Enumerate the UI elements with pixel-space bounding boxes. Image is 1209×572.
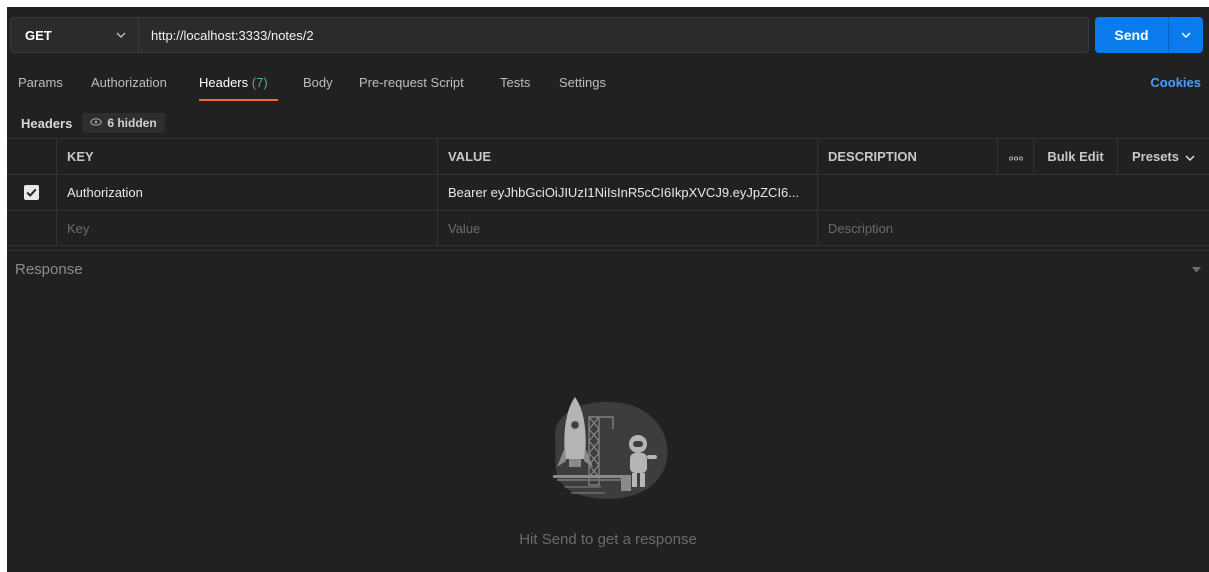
headers-section-label: Headers [21, 115, 73, 131]
table-header-row: KEY VALUE DESCRIPTION Bulk Edit Presets [7, 138, 1209, 174]
headers-subheader: Headers 6 hidden [21, 111, 165, 135]
url-input[interactable]: http://localhost:3333/notes/2 [139, 28, 314, 43]
chevron-down-icon [116, 30, 126, 41]
postman-request-window: GET http://localhost:3333/notes/2 Send P… [7, 7, 1209, 572]
tab-body[interactable]: Body [303, 75, 333, 90]
table-row-new: Key Value Description [7, 210, 1209, 246]
more-options-button[interactable] [997, 139, 1033, 174]
table-row: Authorization Bearer eyJhbGciOiJIUzI1NiI… [7, 174, 1209, 210]
column-header-key: KEY [56, 139, 437, 174]
cookies-link[interactable]: Cookies [1150, 75, 1201, 90]
row-enabled-cell [7, 175, 56, 210]
method-label: GET [25, 27, 52, 43]
request-tabs: Params Authorization Headers (7) Body Pr… [7, 75, 1209, 105]
header-checkbox-cell [7, 139, 56, 174]
presets-label: Presets [1132, 149, 1179, 164]
tab-tests[interactable]: Tests [500, 75, 530, 90]
send-options-button[interactable] [1168, 17, 1203, 53]
tab-settings[interactable]: Settings [559, 75, 606, 90]
send-group: Send [1095, 17, 1203, 53]
method-select[interactable]: GET [11, 18, 139, 52]
chevron-down-icon [1185, 149, 1195, 164]
response-empty-hint: Hit Send to get a response [519, 531, 697, 548]
header-description-cell[interactable] [817, 175, 1209, 210]
more-horizontal-icon [1008, 149, 1023, 164]
new-key-input[interactable]: Key [56, 211, 437, 245]
caret-down-icon[interactable] [1192, 265, 1201, 275]
active-tab-indicator [199, 99, 278, 101]
url-group: GET http://localhost:3333/notes/2 [10, 17, 1089, 53]
response-title: Response [15, 261, 83, 278]
tab-headers[interactable]: Headers (7) [199, 75, 268, 90]
column-header-value: VALUE [437, 139, 817, 174]
header-key-cell[interactable]: Authorization [56, 175, 437, 210]
tab-headers-count: (7) [251, 75, 268, 90]
column-header-description: DESCRIPTION [817, 139, 997, 174]
send-button[interactable]: Send [1095, 17, 1168, 53]
header-value-cell[interactable]: Bearer eyJhbGciOiJIUzI1NiIsInR5cCI6IkpXV… [437, 175, 817, 210]
tab-params[interactable]: Params [18, 75, 63, 90]
tab-pre-request-script[interactable]: Pre-request Script [359, 75, 464, 90]
eye-icon [90, 117, 103, 129]
request-bar: GET http://localhost:3333/notes/2 Send [10, 17, 1203, 53]
new-row-checkbox-cell [7, 211, 56, 245]
bulk-edit-button[interactable]: Bulk Edit [1033, 139, 1117, 174]
rocket-astronaut-illustration [553, 397, 668, 499]
tab-headers-label: Headers [199, 75, 249, 90]
row-enabled-checkbox[interactable] [24, 185, 39, 200]
hidden-headers-label: 6 hidden [107, 116, 157, 130]
new-value-input[interactable]: Value [437, 211, 817, 245]
tab-authorization[interactable]: Authorization [91, 75, 167, 90]
response-header[interactable]: Response [7, 250, 1209, 284]
new-description-input[interactable]: Description [817, 211, 1209, 245]
chevron-down-icon [1181, 30, 1191, 41]
presets-dropdown[interactable]: Presets [1117, 139, 1209, 174]
check-icon [26, 188, 37, 197]
hidden-headers-toggle[interactable]: 6 hidden [82, 113, 165, 133]
headers-table: KEY VALUE DESCRIPTION Bulk Edit Presets [7, 138, 1209, 246]
